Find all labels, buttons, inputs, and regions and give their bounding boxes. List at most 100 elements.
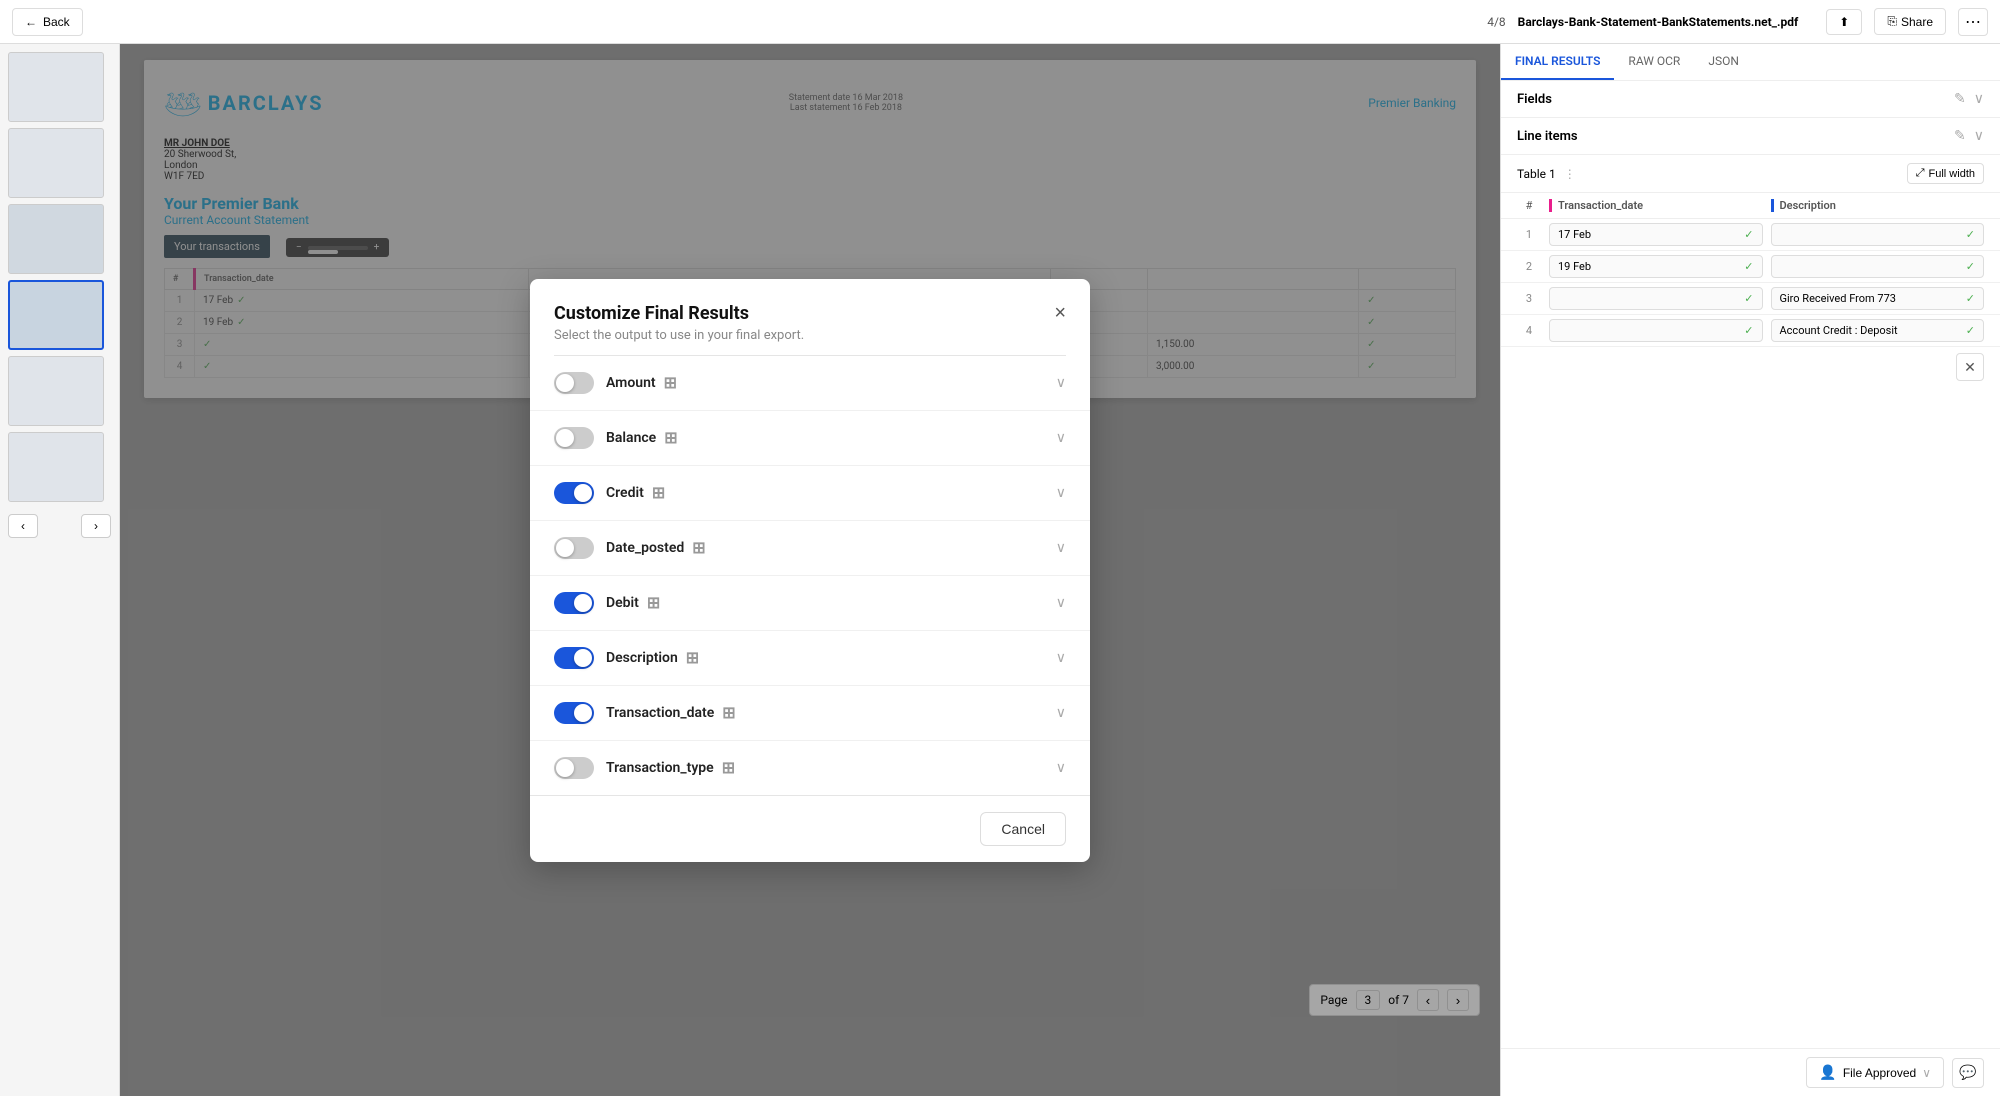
toggle-amount[interactable] xyxy=(554,372,594,394)
panel-row-1: 1 17 Feb✓ ✓ xyxy=(1501,219,2000,251)
share-icon: ⎘ xyxy=(1887,14,1897,29)
row3-date-cell: ✓ xyxy=(1549,287,1763,310)
toggle-description[interactable] xyxy=(554,647,594,669)
toggle-debit[interactable] xyxy=(554,592,594,614)
field-label-transaction-date: Transaction_date xyxy=(606,705,714,721)
comment-button[interactable]: 💬 xyxy=(1952,1058,1984,1088)
toggle-label-date-posted: Date_posted ⊞ xyxy=(606,538,1044,557)
modal-close-button[interactable]: × xyxy=(1054,303,1066,323)
tab-final-results[interactable]: FINAL RESULTS xyxy=(1501,44,1614,80)
thumbnail-nav: ‹ › xyxy=(8,508,111,544)
field-label-date-posted: Date_posted xyxy=(606,540,684,556)
table-more-icon[interactable]: ⋮ xyxy=(1564,167,1576,181)
field-label-amount: Amount xyxy=(606,375,656,391)
toggle-label-description: Description ⊞ xyxy=(606,648,1044,667)
tab-json[interactable]: JSON xyxy=(1694,44,1753,80)
chevron-icon-credit: ∨ xyxy=(1056,485,1066,501)
thumbnail-1[interactable] xyxy=(8,52,104,122)
row2-date-cell: 19 Feb✓ xyxy=(1549,255,1763,278)
chevron-icon-amount: ∨ xyxy=(1056,375,1066,391)
row4-num: 4 xyxy=(1517,324,1541,337)
row4-date-cell: ✓ xyxy=(1549,319,1763,342)
table-icon-date-posted: ⊞ xyxy=(692,538,705,557)
row4-desc-cell: Account Credit : Deposit✓ xyxy=(1771,319,1985,342)
field-label-transaction-type: Transaction_type xyxy=(606,760,714,776)
collapse-fields-icon[interactable]: ∨ xyxy=(1974,91,1984,107)
modal-header: Customize Final Results Select the outpu… xyxy=(530,279,1090,355)
toggle-label-amount: Amount ⊞ xyxy=(606,373,1044,392)
toggle-row-credit: Credit ⊞ ∨ xyxy=(530,466,1090,521)
row1-date-cell: 17 Feb✓ xyxy=(1549,223,1763,246)
file-approved-button[interactable]: 👤 File Approved ∨ xyxy=(1806,1057,1944,1088)
fields-section-title: Fields xyxy=(1517,92,1552,107)
row3-num: 3 xyxy=(1517,292,1541,305)
chevron-icon-transaction-type: ∨ xyxy=(1056,760,1066,776)
chevron-icon-date-posted: ∨ xyxy=(1056,540,1066,556)
tab-raw-ocr[interactable]: RAW OCR xyxy=(1614,44,1694,80)
table-icon-amount: ⊞ xyxy=(664,373,677,392)
thumbnails-sidebar: ‹ › xyxy=(0,44,120,1096)
thumbnail-5[interactable] xyxy=(8,356,104,426)
toggle-row-debit: Debit ⊞ ∨ xyxy=(530,576,1090,631)
thumbnail-3[interactable] xyxy=(8,204,104,274)
panel-row-4: 4 ✓ Account Credit : Deposit✓ xyxy=(1501,315,2000,347)
comment-icon: 💬 xyxy=(1959,1064,1976,1080)
toggle-balance[interactable] xyxy=(554,427,594,449)
cancel-button[interactable]: Cancel xyxy=(980,812,1066,846)
field-label-balance: Balance xyxy=(606,430,656,446)
file-name: Barclays-Bank-Statement-BankStatements.n… xyxy=(1518,15,1799,29)
customize-modal: Customize Final Results Select the outpu… xyxy=(530,279,1090,862)
modal-subtitle: Select the output to use in your final e… xyxy=(554,328,804,343)
edit-line-items-icon[interactable]: ✎ xyxy=(1954,128,1966,144)
approved-chevron-icon: ∨ xyxy=(1922,1066,1931,1080)
chevron-icon-debit: ∨ xyxy=(1056,595,1066,611)
toggle-date-posted[interactable] xyxy=(554,537,594,559)
modal-overlay: Customize Final Results Select the outpu… xyxy=(120,44,1500,1096)
collapse-line-items-icon[interactable]: ∨ xyxy=(1974,128,1984,144)
toggle-label-credit: Credit ⊞ xyxy=(606,483,1044,502)
panel-row-3: 3 ✓ Giro Received From 773✓ xyxy=(1501,283,2000,315)
thumbnail-2[interactable] xyxy=(8,128,104,198)
toggle-label-balance: Balance ⊞ xyxy=(606,428,1044,447)
thumbnail-6[interactable] xyxy=(8,432,104,502)
share-button[interactable]: ⎘ Share xyxy=(1874,8,1946,35)
right-panel: FINAL RESULTS RAW OCR JSON Fields ✎ ∨ Li… xyxy=(1500,44,2000,1096)
col-num-header: # xyxy=(1517,199,1541,212)
back-button[interactable]: ← Back xyxy=(12,8,83,36)
upload-button[interactable]: ⬆ xyxy=(1826,9,1862,35)
panel-spacer xyxy=(1501,387,2000,1048)
toggle-row-amount: Amount ⊞ ∨ xyxy=(530,356,1090,411)
prev-thumbnail-button[interactable]: ‹ xyxy=(8,514,38,538)
line-items-section: Line items ✎ ∨ xyxy=(1501,118,2000,155)
edit-fields-icon[interactable]: ✎ xyxy=(1954,91,1966,107)
table-icon-transaction-type: ⊞ xyxy=(722,758,735,777)
more-options-button[interactable]: ⋯ xyxy=(1958,8,1988,36)
share-label: Share xyxy=(1901,15,1933,29)
full-width-button[interactable]: ⤢ Full width xyxy=(1907,163,1984,184)
table-column-headers: # Transaction_date Description xyxy=(1501,193,2000,219)
dots-icon: ⋯ xyxy=(1965,12,1981,32)
next-thumbnail-button[interactable]: › xyxy=(81,514,111,538)
row1-desc-cell: ✓ xyxy=(1771,223,1985,246)
full-width-label: Full width xyxy=(1929,168,1975,180)
tabs-row: FINAL RESULTS RAW OCR JSON xyxy=(1501,44,2000,81)
table-icon-description: ⊞ xyxy=(686,648,699,667)
chevron-icon-transaction-date: ∨ xyxy=(1056,705,1066,721)
chevron-icon-balance: ∨ xyxy=(1056,430,1066,446)
field-label-credit: Credit xyxy=(606,485,644,501)
toggle-label-transaction-type: Transaction_type ⊞ xyxy=(606,758,1044,777)
toggle-credit[interactable] xyxy=(554,482,594,504)
bottom-action-bar: 👤 File Approved ∨ 💬 xyxy=(1501,1048,2000,1096)
row2-desc-cell: ✓ xyxy=(1771,255,1985,278)
fields-section: Fields ✎ ∨ xyxy=(1501,81,2000,118)
full-width-icon: ⤢ xyxy=(1916,167,1925,180)
toggle-transaction-date[interactable] xyxy=(554,702,594,724)
table-icon-debit: ⊞ xyxy=(647,593,660,612)
close-table-button[interactable]: ✕ xyxy=(1956,353,1984,381)
toggle-row-transaction-type: Transaction_type ⊞ ∨ xyxy=(530,741,1090,795)
toggle-row-transaction-date: Transaction_date ⊞ ∨ xyxy=(530,686,1090,741)
thumbnail-4[interactable] xyxy=(8,280,104,350)
table-icon-transaction-date: ⊞ xyxy=(722,703,735,722)
toggle-transaction-type[interactable] xyxy=(554,757,594,779)
modal-footer: Cancel xyxy=(530,795,1090,862)
